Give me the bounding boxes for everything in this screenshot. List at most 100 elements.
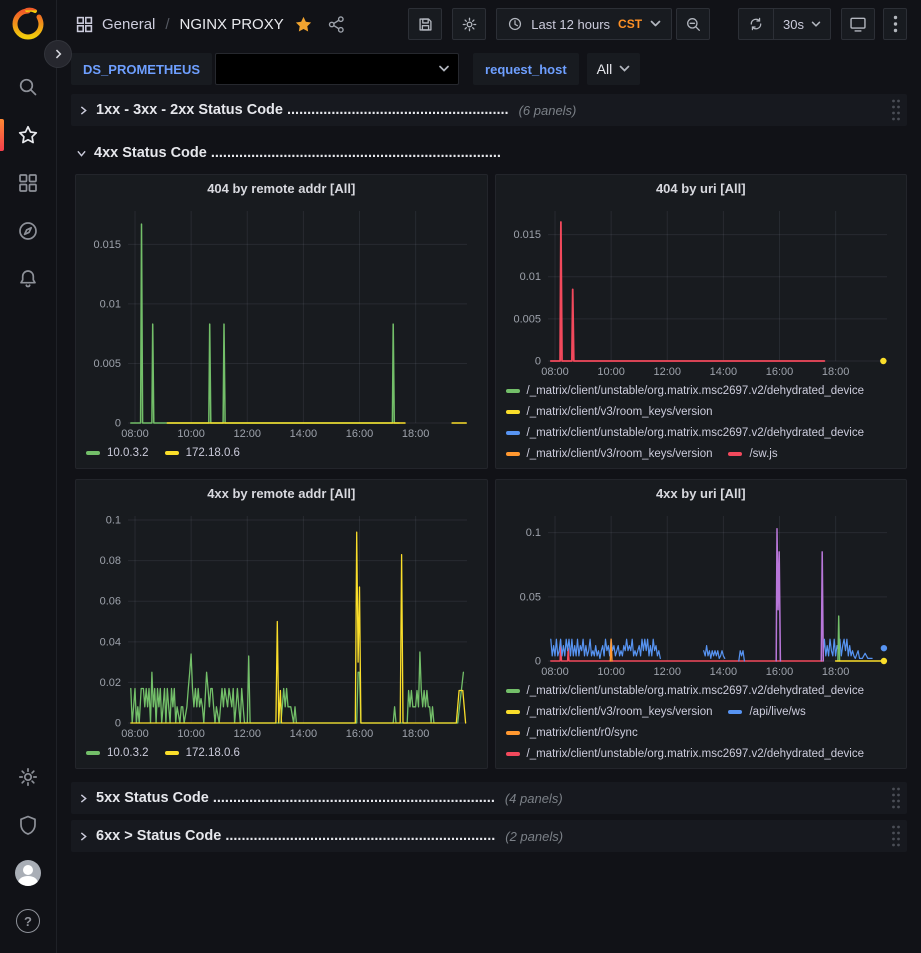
sidebar-item-server-admin[interactable] <box>0 801 56 849</box>
refresh-interval-dropdown[interactable]: 30s <box>773 9 830 39</box>
sidebar-item-configuration[interactable] <box>0 753 56 801</box>
tv-mode-button[interactable] <box>841 8 875 40</box>
panel-title[interactable]: 404 by uri [All] <box>504 175 899 203</box>
sidebar-item-search[interactable] <box>0 63 56 111</box>
svg-text:16:00: 16:00 <box>346 728 374 740</box>
legend-item[interactable]: /_matrix/client/v3/room_keys/version <box>506 448 713 460</box>
legend-item[interactable]: 10.0.3.2 <box>86 447 149 459</box>
request-host-value: All <box>597 61 613 77</box>
share-button[interactable] <box>327 15 346 34</box>
legend-item[interactable]: /_matrix/client/unstable/org.matrix.msc2… <box>506 685 865 697</box>
svg-text:12:00: 12:00 <box>234 728 262 740</box>
sidebar-item-profile[interactable] <box>0 849 56 897</box>
row-drag-handle-icon[interactable] <box>891 786 901 815</box>
refresh-icon <box>748 16 764 32</box>
panel-title[interactable]: 4xx by uri [All] <box>504 480 899 508</box>
favorite-star-button[interactable] <box>294 15 313 34</box>
legend-swatch <box>506 389 520 393</box>
legend-item[interactable]: /api/live/ws <box>728 706 805 718</box>
zoom-out-button[interactable] <box>676 8 710 40</box>
sidebar-item-alerting[interactable] <box>0 255 56 303</box>
legend-swatch <box>165 751 179 755</box>
svg-text:16:00: 16:00 <box>765 366 793 378</box>
request-host-dropdown[interactable]: All <box>587 53 641 85</box>
legend-item[interactable]: 10.0.3.2 <box>86 747 149 759</box>
panel-title[interactable]: 4xx by remote addr [All] <box>84 480 479 508</box>
dashboard-settings-button[interactable] <box>452 8 486 40</box>
legend-item[interactable]: 172.18.0.6 <box>165 447 240 459</box>
legend-item[interactable]: /_matrix/client/unstable/org.matrix.msc2… <box>506 748 865 760</box>
legend-swatch <box>506 710 520 714</box>
save-dashboard-button[interactable] <box>408 8 442 40</box>
legend-swatch <box>506 431 520 435</box>
datasource-variable-label: DS_PROMETHEUS <box>71 53 212 85</box>
legend-item[interactable]: /_matrix/client/unstable/org.matrix.msc2… <box>506 385 865 397</box>
chart-canvas[interactable]: 08:0010:0012:0014:0016:0018:0000.050.1 <box>504 508 899 679</box>
svg-text:18:00: 18:00 <box>402 428 430 440</box>
svg-text:0.1: 0.1 <box>525 527 540 539</box>
legend-item[interactable]: 172.18.0.6 <box>165 747 240 759</box>
chevron-right-icon <box>51 47 65 61</box>
svg-text:10:00: 10:00 <box>597 666 625 678</box>
chevron-down-icon <box>811 21 821 28</box>
star-icon <box>17 124 39 146</box>
svg-text:0.1: 0.1 <box>106 515 121 527</box>
request-host-variable-label: request_host <box>473 53 579 85</box>
row-header-5xx[interactable]: 5xx Status Code ........................… <box>71 782 907 814</box>
svg-text:14:00: 14:00 <box>709 366 737 378</box>
save-icon <box>417 16 434 33</box>
legend-swatch <box>506 410 520 414</box>
legend-item[interactable]: /_matrix/client/v3/room_keys/version <box>506 706 713 718</box>
time-range-picker[interactable]: Last 12 hours CST <box>496 8 672 40</box>
legend-swatch <box>506 452 520 456</box>
chart-canvas[interactable]: 08:0010:0012:0014:0016:0018:0000.020.040… <box>84 508 479 741</box>
navbar: General / NGINX PROXY Last 12 hours <box>57 0 921 48</box>
legend-label: /_matrix/client/unstable/org.matrix.msc2… <box>527 685 865 697</box>
kebab-menu-button[interactable] <box>883 8 907 40</box>
row-drag-handle-icon[interactable] <box>891 98 901 127</box>
sidebar-expand-button[interactable] <box>44 40 72 68</box>
request-host-label[interactable]: request_host <box>485 62 567 77</box>
sidebar-item-dashboards[interactable] <box>0 159 56 207</box>
legend-swatch <box>165 451 179 455</box>
legend-item[interactable]: /sw.js <box>728 448 777 460</box>
chevron-down-icon <box>650 20 661 28</box>
shield-icon <box>17 814 39 836</box>
svg-text:14:00: 14:00 <box>290 428 318 440</box>
row-drag-handle-icon[interactable] <box>891 824 901 853</box>
row-header-4xx[interactable]: 4xx Status Code ........................… <box>71 140 907 166</box>
svg-text:0.01: 0.01 <box>519 271 540 283</box>
monitor-icon <box>849 15 867 33</box>
sidebar-item-starred[interactable] <box>0 111 56 159</box>
sidebar-item-help[interactable]: ? <box>0 897 56 945</box>
svg-text:10:00: 10:00 <box>177 728 205 740</box>
grafana-logo-icon[interactable] <box>11 7 45 41</box>
datasource-value-dropdown[interactable] <box>215 53 459 85</box>
sidebar-item-explore[interactable] <box>0 207 56 255</box>
legend-item[interactable]: /_matrix/client/v3/room_keys/version <box>506 406 713 418</box>
legend-label: /_matrix/client/v3/room_keys/version <box>527 706 713 718</box>
breadcrumb-section[interactable]: General <box>102 16 155 33</box>
svg-text:0: 0 <box>534 356 540 368</box>
row-header-6xx[interactable]: 6xx > Status Code ......................… <box>71 820 907 852</box>
svg-text:0.01: 0.01 <box>100 298 121 310</box>
svg-text:12:00: 12:00 <box>653 366 681 378</box>
legend-label: /_matrix/client/v3/room_keys/version <box>527 448 713 460</box>
bell-icon <box>17 268 39 290</box>
chart-canvas[interactable]: 08:0010:0012:0014:0016:0018:0000.0050.01… <box>84 203 479 441</box>
panels-grid: 404 by remote addr [All] 08:0010:0012:00… <box>75 174 907 769</box>
svg-text:0: 0 <box>534 656 540 668</box>
legend-item[interactable]: /_matrix/client/r0/sync <box>506 727 638 739</box>
datasource-label[interactable]: DS_PROMETHEUS <box>83 62 200 77</box>
apps-grid-icon <box>17 172 39 194</box>
row-panel-count: (2 panels) <box>505 829 563 844</box>
chevron-down-icon <box>75 147 88 160</box>
panel-title[interactable]: 404 by remote addr [All] <box>84 175 479 203</box>
row-title: 5xx Status Code ........................… <box>96 790 495 806</box>
svg-text:0.02: 0.02 <box>100 677 121 689</box>
row-header-1xx-3xx-2xx[interactable]: 1xx - 3xx - 2xx Status Code ............… <box>71 94 907 126</box>
svg-text:12:00: 12:00 <box>653 666 681 678</box>
refresh-button[interactable] <box>739 9 773 39</box>
chart-canvas[interactable]: 08:0010:0012:0014:0016:0018:0000.0050.01… <box>504 203 899 379</box>
legend-item[interactable]: /_matrix/client/unstable/org.matrix.msc2… <box>506 427 865 439</box>
